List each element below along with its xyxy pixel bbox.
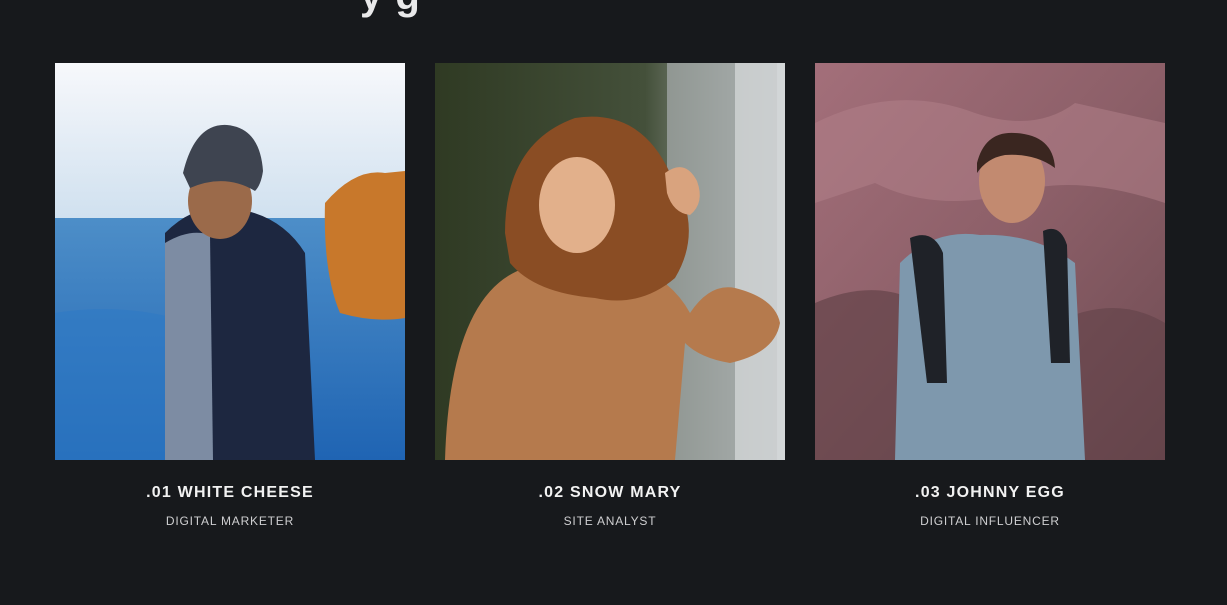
team-grid: .01 WHITE CHEESE DIGITAL MARKETER .02 SN…: [55, 63, 1165, 528]
member-photo-white-cheese: [55, 63, 405, 460]
member-photo-snow-mary: [435, 63, 785, 460]
member-role: DIGITAL MARKETER: [165, 514, 295, 528]
member-photo-johnny-egg: [815, 63, 1165, 460]
team-member-card: .02 SNOW MARY SITE ANALYST: [435, 63, 785, 528]
section-title: y g: [360, 0, 421, 19]
member-role: DIGITAL INFLUENCER: [920, 514, 1060, 528]
member-name: .03 JOHNNY EGG: [915, 484, 1065, 501]
team-member-card: .01 WHITE CHEESE DIGITAL MARKETER: [55, 63, 405, 528]
member-name: .01 WHITE CHEESE: [146, 484, 314, 501]
team-member-card: .03 JOHNNY EGG DIGITAL INFLUENCER: [815, 63, 1165, 528]
member-role: SITE ANALYST: [563, 514, 657, 528]
member-name: .02 SNOW MARY: [538, 484, 682, 501]
